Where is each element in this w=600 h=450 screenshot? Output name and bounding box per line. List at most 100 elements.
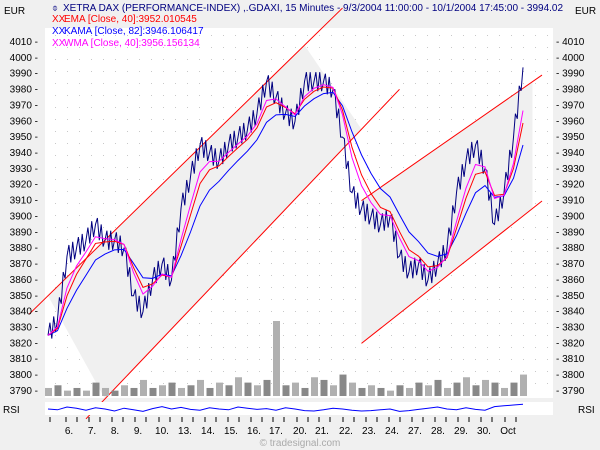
grid-dot bbox=[427, 119, 428, 120]
grid-dot bbox=[259, 239, 260, 240]
grid-dot bbox=[199, 359, 200, 360]
grid-dot bbox=[343, 59, 344, 60]
grid-dot bbox=[127, 179, 128, 180]
x-tick-label: 28. bbox=[431, 426, 445, 437]
grid-dot bbox=[451, 311, 452, 312]
grid-dot bbox=[355, 119, 356, 120]
grid-dot bbox=[319, 287, 320, 288]
grid-dot bbox=[175, 167, 176, 168]
grid-dot bbox=[91, 155, 92, 156]
grid-dot bbox=[511, 239, 512, 240]
grid-dot bbox=[367, 59, 368, 60]
grid-dot bbox=[223, 299, 224, 300]
grid-dot bbox=[391, 59, 392, 60]
grid-dot bbox=[91, 203, 92, 204]
volume-bar bbox=[263, 379, 271, 396]
grid-dot bbox=[91, 119, 92, 120]
grid-dot bbox=[163, 95, 164, 96]
y-tick-label-right: - 3920 bbox=[556, 180, 585, 191]
grid-dot bbox=[55, 71, 56, 72]
grid-dot bbox=[547, 383, 548, 384]
grid-dot bbox=[487, 287, 488, 288]
grid-dot bbox=[79, 71, 80, 72]
grid-dot bbox=[547, 95, 548, 96]
grid-dot bbox=[379, 335, 380, 336]
grid-dot bbox=[163, 107, 164, 108]
grid-dot bbox=[523, 227, 524, 228]
grid-dot bbox=[127, 383, 128, 384]
grid-dot bbox=[127, 83, 128, 84]
grid-dot bbox=[331, 59, 332, 60]
grid-dot bbox=[331, 83, 332, 84]
grid-dot bbox=[499, 299, 500, 300]
grid-dot bbox=[79, 143, 80, 144]
volume-bar bbox=[453, 382, 461, 396]
y-tick-label-right: - 3850 bbox=[556, 291, 585, 302]
grid-dot bbox=[247, 35, 248, 36]
grid-dot bbox=[487, 371, 488, 372]
grid-dot bbox=[403, 83, 404, 84]
grid-dot bbox=[439, 107, 440, 108]
grid-dot bbox=[331, 311, 332, 312]
grid-dot bbox=[67, 71, 68, 72]
grid-dot bbox=[67, 263, 68, 264]
grid-dot bbox=[127, 143, 128, 144]
grid-dot bbox=[199, 371, 200, 372]
grid-dot bbox=[127, 107, 128, 108]
grid-dot bbox=[463, 71, 464, 72]
grid-dot bbox=[523, 347, 524, 348]
grid-dot bbox=[247, 83, 248, 84]
grid-dot bbox=[367, 47, 368, 48]
grid-dot bbox=[439, 323, 440, 324]
grid-dot bbox=[331, 383, 332, 384]
grid-dot bbox=[211, 107, 212, 108]
volume-bar bbox=[387, 390, 394, 396]
grid-dot bbox=[391, 347, 392, 348]
grid-dot bbox=[79, 263, 80, 264]
grid-dot bbox=[331, 167, 332, 168]
grid-dot bbox=[463, 359, 464, 360]
grid-dot bbox=[211, 383, 212, 384]
grid-dot bbox=[355, 299, 356, 300]
grid-dot bbox=[55, 323, 56, 324]
volume-bar bbox=[121, 385, 128, 396]
grid-dot bbox=[259, 359, 260, 360]
volume-bar bbox=[235, 377, 242, 396]
grid-dot bbox=[307, 263, 308, 264]
grid-dot bbox=[199, 107, 200, 108]
chart-title: XETRA DAX (PERFORMANCE-INDEX) ,.GDAXI, 1… bbox=[63, 3, 563, 14]
grid-dot bbox=[259, 251, 260, 252]
grid-dot bbox=[283, 383, 284, 384]
grid-dot bbox=[391, 119, 392, 120]
grid-dot bbox=[79, 59, 80, 60]
grid-dot bbox=[547, 347, 548, 348]
grid-dot bbox=[391, 35, 392, 36]
volume-bar bbox=[425, 385, 432, 396]
grid-dot bbox=[463, 275, 464, 276]
grid-dot bbox=[223, 347, 224, 348]
grid-dot bbox=[319, 311, 320, 312]
grid-dot bbox=[343, 287, 344, 288]
grid-dot bbox=[103, 239, 104, 240]
grid-dot bbox=[271, 347, 272, 348]
grid-dot bbox=[235, 59, 236, 60]
grid-dot bbox=[487, 335, 488, 336]
y-tick-label-right: - 3810 bbox=[556, 354, 585, 365]
grid-dot bbox=[475, 299, 476, 300]
grid-dot bbox=[271, 371, 272, 372]
grid-dot bbox=[211, 299, 212, 300]
grid-dot bbox=[271, 275, 272, 276]
x-tick-label: 23. bbox=[362, 426, 376, 437]
grid-dot bbox=[163, 119, 164, 120]
grid-dot bbox=[115, 191, 116, 192]
grid-dot bbox=[139, 371, 140, 372]
grid-dot bbox=[151, 59, 152, 60]
grid-dot bbox=[451, 287, 452, 288]
grid-dot bbox=[499, 311, 500, 312]
grid-dot bbox=[55, 275, 56, 276]
grid-dot bbox=[355, 35, 356, 36]
grid-dot bbox=[271, 35, 272, 36]
grid-dot bbox=[523, 359, 524, 360]
grid-dot bbox=[523, 371, 524, 372]
grid-dot bbox=[259, 47, 260, 48]
